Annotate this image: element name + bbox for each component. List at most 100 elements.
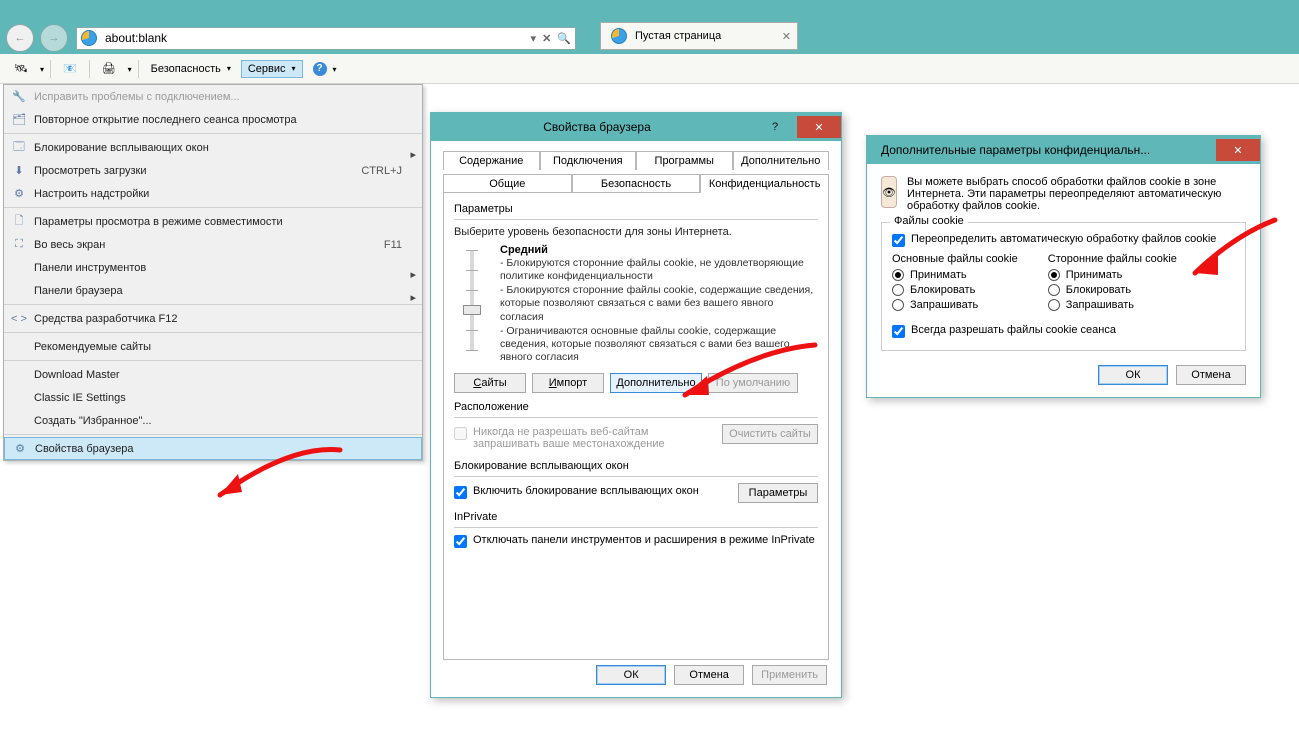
adv-close-button[interactable]: ✕ (1216, 139, 1260, 161)
menu-item[interactable]: < >Средства разработчика F12 (4, 307, 422, 330)
first-party-col: Основные файлы cookie Принимать Блокиров… (892, 253, 1018, 314)
session-checkbox-input[interactable] (892, 325, 905, 338)
address-bar[interactable]: ▾ ✕ 🔍 (76, 27, 576, 50)
read-mail-icon[interactable]: 📧 (57, 60, 83, 77)
never-allow-location-checkbox[interactable]: Никогда не разрешать веб-сайтам запрашив… (454, 426, 716, 450)
close-tab-icon[interactable]: ✕ (782, 30, 791, 43)
blank-icon (10, 260, 28, 276)
menu-item[interactable]: ⚙Настроить надстройки (4, 182, 422, 205)
security-menu[interactable]: Безопасность (145, 61, 237, 77)
tp-block-radio[interactable]: Блокировать (1048, 284, 1177, 296)
search-icon[interactable]: 🔍 (557, 32, 571, 45)
ie-icon (81, 30, 97, 46)
third-party-col: Сторонние файлы cookie Принимать Блокиро… (1048, 253, 1177, 314)
menu-item[interactable]: Панели инструментов (4, 256, 422, 279)
help-titlebar-button[interactable]: ? (753, 116, 797, 138)
menu-item[interactable]: Панели браузера (4, 279, 422, 302)
menu-item[interactable]: Создать "Избранное"... (4, 409, 422, 432)
import-button[interactable]: Импорт (532, 373, 604, 393)
menu-item[interactable]: Рекомендуемые сайты (4, 335, 422, 358)
forward-button[interactable]: → (40, 24, 68, 52)
session-cookies-checkbox[interactable]: Всегда разрешать файлы cookie сеанса (892, 324, 1235, 338)
adv-titlebar[interactable]: Дополнительные параметры конфиденциальн.… (867, 136, 1260, 164)
menu-item[interactable]: Download Master (4, 363, 422, 386)
cookies-fieldset: Файлы cookie Переопределить автоматическ… (881, 222, 1246, 351)
tab-Безопасность[interactable]: Безопасность (572, 174, 701, 193)
tab-Общие[interactable]: Общие (443, 174, 572, 193)
menu-label: Блокирование всплывающих окон (34, 142, 416, 154)
dialog-titlebar[interactable]: Свойства браузера ? ✕ (431, 113, 841, 141)
menu-label: Панели инструментов (34, 262, 416, 274)
menu-label: Создать "Избранное"... (34, 415, 416, 427)
menu-shortcut: F11 (384, 239, 402, 251)
fp-block-radio[interactable]: Блокировать (892, 284, 1018, 296)
fp-ask-radio[interactable]: Запрашивать (892, 299, 1018, 311)
tab-Программы[interactable]: Программы (636, 151, 733, 170)
menu-item[interactable]: ⬇Просмотреть загрузкиCTRL+J (4, 159, 422, 182)
tab-Конфиденциальность[interactable]: Конфиденциальность (700, 174, 829, 193)
tab-Содержание[interactable]: Содержание (443, 151, 540, 170)
override-checkbox-input[interactable] (892, 234, 905, 247)
apply-button: Применить (752, 665, 827, 685)
tp-ask-radio[interactable]: Запрашивать (1048, 299, 1177, 311)
help-icon: ? (313, 62, 327, 76)
print-icon[interactable]: 🖨 (96, 60, 122, 77)
back-button[interactable]: ← (6, 24, 34, 52)
menu-item[interactable]: 🗔Блокирование всплывающих окон (4, 136, 422, 159)
download-icon: ⬇ (10, 163, 28, 179)
print-drop[interactable] (126, 63, 132, 75)
tab-Подключения[interactable]: Подключения (540, 151, 637, 170)
menu-label: Во весь экран (34, 239, 384, 251)
advanced-button[interactable]: Дополнительно (610, 373, 702, 393)
menu-item[interactable]: 🗂Повторное открытие последнего сеанса пр… (4, 108, 422, 131)
privacy-level-slider[interactable] (454, 244, 490, 356)
privacy-tab-panel: Параметры Выберите уровень безопасности … (443, 192, 829, 660)
inprivate-checkbox-input[interactable] (454, 535, 467, 548)
reopen-icon: 🗂 (10, 112, 28, 128)
menu-item[interactable]: 🗋Параметры просмотра в режиме совместимо… (4, 210, 422, 233)
override-auto-checkbox[interactable]: Переопределить автоматическую обработку … (892, 233, 1235, 247)
group-parameters: Параметры (454, 203, 818, 215)
popup-settings-button[interactable]: Параметры (738, 483, 818, 503)
sites-button[interactable]: Сайты (454, 373, 526, 393)
tabs-row-1: СодержаниеПодключенияПрограммыДополнител… (443, 151, 829, 170)
browser-tab[interactable]: Пустая страница ✕ (600, 22, 798, 50)
menu-label: Параметры просмотра в режиме совместимос… (34, 216, 416, 228)
url-input[interactable] (101, 29, 527, 47)
first-party-heading: Основные файлы cookie (892, 253, 1018, 265)
tools-menu[interactable]: Сервис (241, 60, 303, 78)
menu-item[interactable]: ⚙Свойства браузера (4, 437, 422, 460)
fp-accept-radio[interactable]: Принимать (892, 269, 1018, 281)
popup-blocker-checkbox[interactable]: Включить блокирование всплывающих окон (454, 485, 732, 499)
cookies-legend: Файлы cookie (890, 215, 968, 227)
privacy-bullet: - Блокируются сторонние файлы cookie, со… (500, 284, 818, 323)
adv-ok-button[interactable]: ОК (1098, 365, 1168, 385)
menu-item[interactable]: ⛶Во весь экранF11 (4, 233, 422, 256)
menu-label: Исправить проблемы с подключением... (34, 91, 416, 103)
help-button[interactable]: ? (307, 60, 343, 78)
ok-button[interactable]: ОК (596, 665, 666, 685)
adv-cancel-button[interactable]: Отмена (1176, 365, 1246, 385)
group-inprivate: InPrivate (454, 511, 818, 523)
internet-options-dialog: Свойства браузера ? ✕ СодержаниеПодключе… (430, 112, 842, 698)
f12-icon: < > (10, 311, 28, 327)
dropdown-icon[interactable]: ▾ (531, 32, 537, 45)
blank-icon (10, 339, 28, 355)
menu-item[interactable]: Classic IE Settings (4, 386, 422, 409)
stop-icon[interactable]: ✕ (542, 32, 551, 45)
menu-label: Classic IE Settings (34, 392, 416, 404)
tab-Дополнительно[interactable]: Дополнительно (733, 151, 830, 170)
address-tools: ▾ ✕ 🔍 (527, 32, 575, 45)
feeds-drop[interactable] (38, 63, 44, 75)
cancel-button[interactable]: Отмена (674, 665, 744, 685)
privacy-level-desc: Средний - Блокируются сторонние файлы co… (500, 244, 818, 365)
tp-accept-radio[interactable]: Принимать (1048, 269, 1177, 281)
privacy-level: Средний (500, 244, 548, 256)
blank-icon (10, 367, 28, 383)
popup-checkbox-input[interactable] (454, 486, 467, 499)
feeds-icon[interactable]: 🛰 (8, 60, 34, 77)
ie-icon (611, 28, 627, 44)
close-dialog-button[interactable]: ✕ (797, 116, 841, 138)
addons-icon: ⚙ (10, 186, 28, 202)
inprivate-checkbox[interactable]: Отключать панели инструментов и расширен… (454, 534, 818, 548)
